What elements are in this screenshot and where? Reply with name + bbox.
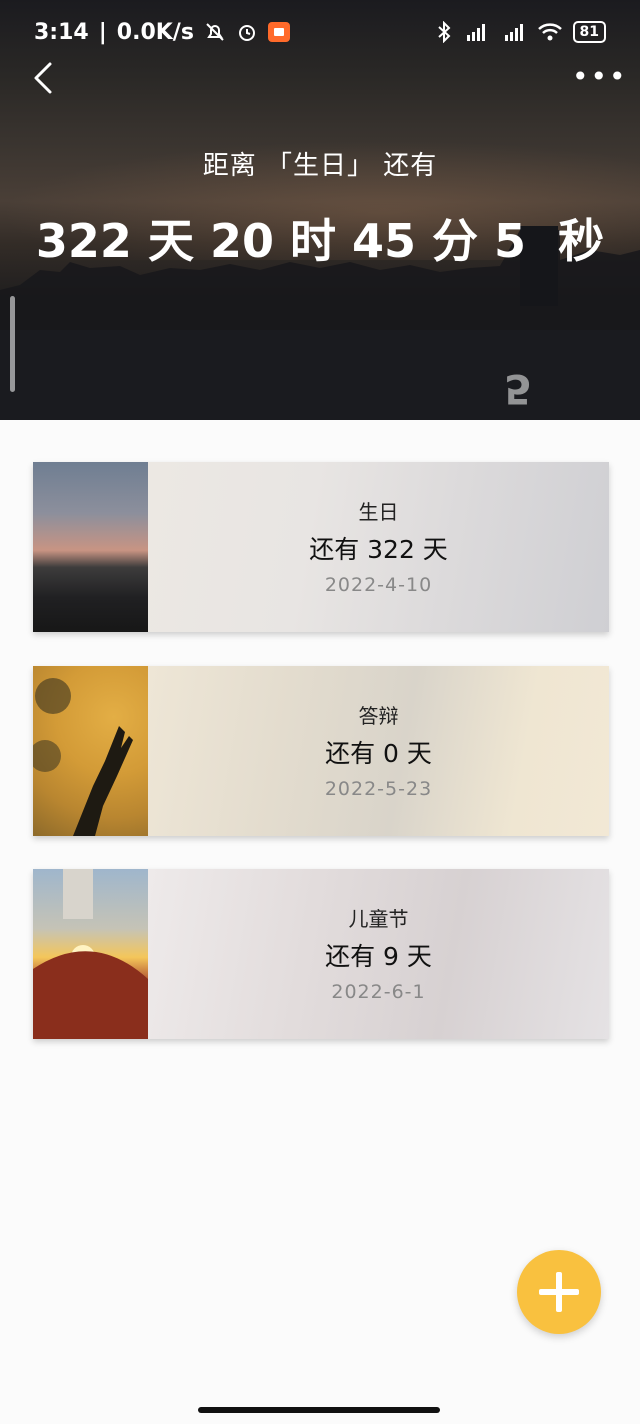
event-card-birthday[interactable]: 生日 还有 322 天 2022-4-10 bbox=[33, 462, 609, 632]
signal-hd-icon bbox=[466, 24, 485, 41]
status-separator: | bbox=[98, 19, 107, 45]
guitar-sunset-image bbox=[33, 869, 148, 1039]
signal-hd-icon bbox=[504, 24, 523, 41]
event-title: 儿童节 bbox=[348, 907, 409, 931]
event-title: 生日 bbox=[358, 500, 399, 524]
status-time: 3:14 bbox=[34, 19, 89, 45]
scroll-indicator bbox=[10, 296, 15, 392]
alarm-icon bbox=[238, 25, 255, 41]
more-dots-icon[interactable]: ••• bbox=[572, 62, 626, 92]
mute-bell-icon bbox=[206, 23, 224, 41]
event-card-childrens-day[interactable]: 儿童节 还有 9 天 2022-6-1 bbox=[33, 869, 609, 1039]
event-date: 2022-6-1 bbox=[331, 981, 426, 1003]
screen-record-icon bbox=[267, 22, 290, 42]
event-remaining: 还有 0 天 bbox=[325, 739, 432, 768]
countdown-caption: 距离 「生日」 还有 bbox=[202, 151, 438, 181]
hand-silhouette-image bbox=[33, 678, 133, 836]
event-title: 答辩 bbox=[358, 704, 399, 728]
event-card-defense[interactable]: 答辩 还有 0 天 2022-5-23 bbox=[33, 666, 609, 836]
event-thumbnail bbox=[33, 666, 148, 836]
wifi-icon bbox=[537, 23, 562, 41]
bluetooth-icon bbox=[437, 21, 450, 43]
back-chevron-icon[interactable] bbox=[28, 58, 60, 98]
event-date: 2022-4-10 bbox=[324, 574, 433, 596]
app-screen: 3:14 | 0.0K/s 81 ••• 距离 「生日」 还有 322 天 20… bbox=[0, 0, 640, 1424]
status-bar: 3:14 | 0.0K/s 81 bbox=[0, 14, 640, 50]
header-banner: 3:14 | 0.0K/s 81 ••• 距离 「生日」 还有 322 天 20… bbox=[0, 0, 640, 420]
home-indicator[interactable] bbox=[198, 1407, 440, 1413]
event-remaining: 还有 9 天 bbox=[325, 942, 432, 971]
event-remaining: 还有 322 天 bbox=[309, 535, 448, 564]
page-digit: 5 bbox=[504, 365, 532, 411]
event-thumbnail bbox=[33, 462, 148, 632]
battery-indicator: 81 bbox=[572, 21, 606, 43]
event-thumbnail bbox=[33, 869, 148, 1039]
add-event-plus-icon[interactable] bbox=[517, 1250, 601, 1334]
countdown-timer: 322 天 20 时 45 分 5 秒 bbox=[35, 214, 605, 268]
event-date: 2022-5-23 bbox=[324, 778, 433, 800]
network-speed: 0.0K/s bbox=[116, 19, 194, 45]
